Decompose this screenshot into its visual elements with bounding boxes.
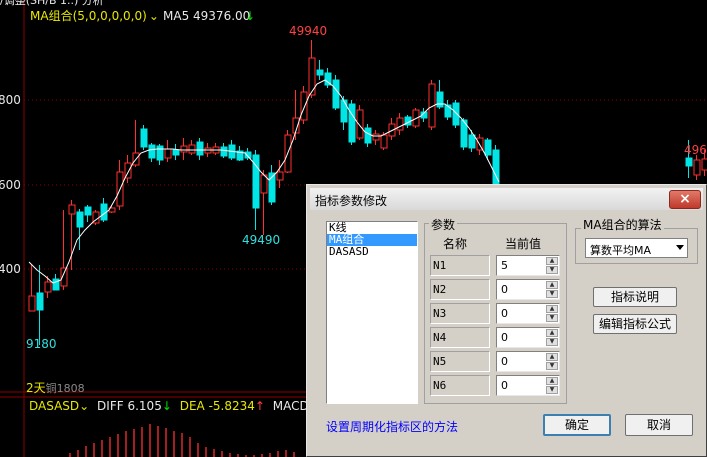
dropdown-arrow-icon bbox=[676, 245, 684, 250]
param-name-3: N3 bbox=[430, 303, 490, 324]
param-value-stepper-6[interactable]: 0 ▲ ▼ bbox=[496, 375, 560, 396]
low-price-annotation: 49490 bbox=[242, 233, 281, 247]
min-price-annotation: 9180 bbox=[26, 337, 57, 351]
spin-down-icon[interactable]: ▼ bbox=[546, 338, 558, 346]
param-value: 0 bbox=[501, 283, 508, 296]
spin-up-icon[interactable]: ▲ bbox=[546, 353, 558, 361]
spin-up-icon[interactable]: ▲ bbox=[546, 281, 558, 289]
param-value: 5 bbox=[501, 259, 508, 272]
algorithm-select[interactable]: 算数平均MA bbox=[585, 238, 688, 258]
param-name-4: N4 bbox=[430, 327, 490, 348]
col-name-header: 名称 bbox=[443, 237, 468, 251]
param-value: 0 bbox=[501, 355, 508, 368]
spin-buttons: ▲ ▼ bbox=[546, 329, 558, 346]
close-icon: × bbox=[679, 191, 691, 207]
ma5-readout: MA5 49376.00 bbox=[163, 9, 250, 23]
param-value-stepper-2[interactable]: 0 ▲ ▼ bbox=[496, 279, 560, 300]
param-name-1: N1 bbox=[430, 255, 490, 276]
price-label-2: 600 bbox=[0, 178, 21, 192]
param-value-stepper-3[interactable]: 0 ▲ ▼ bbox=[496, 303, 560, 324]
spin-down-icon[interactable]: ▼ bbox=[546, 290, 558, 298]
spin-down-icon[interactable]: ▼ bbox=[546, 362, 558, 370]
ma-indicator-name: MA组合(5,0,0,0,0,0) bbox=[30, 9, 147, 23]
spin-down-icon[interactable]: ▼ bbox=[546, 266, 558, 274]
price-label-3: 400 bbox=[0, 262, 21, 276]
spin-buttons: ▲ ▼ bbox=[546, 353, 558, 370]
dialog-titlebar[interactable]: 指标参数修改 × bbox=[310, 188, 703, 210]
param-name-5: N5 bbox=[430, 351, 490, 372]
dialog-title: 指标参数修改 bbox=[315, 194, 388, 208]
params-group-label: 参数 bbox=[429, 216, 458, 233]
edit-formula-button[interactable]: 编辑指标公式 bbox=[593, 314, 677, 334]
param-value: 0 bbox=[501, 307, 508, 320]
ok-button[interactable]: 确定 bbox=[543, 414, 611, 436]
macd-histogram bbox=[69, 424, 295, 457]
indicator-list-item-dasasd[interactable]: DASASD bbox=[327, 246, 417, 258]
param-name-2: N2 bbox=[430, 279, 490, 300]
price-label-1: 800 bbox=[0, 93, 21, 107]
macd-header: DASASD⌄ DIFF 6.105↓ DEA -5.8234↑ MACD 2 bbox=[29, 399, 320, 413]
spin-buttons: ▲ ▼ bbox=[546, 305, 558, 322]
col-value-header: 当前值 bbox=[505, 237, 542, 251]
spin-up-icon[interactable]: ▲ bbox=[546, 377, 558, 385]
diff-value: 6.105 bbox=[127, 399, 162, 413]
param-value: 0 bbox=[501, 379, 508, 392]
spin-buttons: ▲ ▼ bbox=[546, 257, 558, 274]
indicator-list[interactable]: K线 MA组合 DASASD bbox=[326, 221, 418, 404]
algorithm-select-value: 算数平均MA bbox=[590, 244, 652, 257]
dea-label: DEA bbox=[179, 399, 205, 413]
close-button[interactable]: × bbox=[669, 190, 701, 209]
right-price-annotation: 4960 bbox=[684, 143, 707, 157]
spin-down-icon[interactable]: ▼ bbox=[546, 386, 558, 394]
spin-down-icon[interactable]: ▼ bbox=[546, 314, 558, 322]
diff-label: DIFF bbox=[97, 399, 124, 413]
contract-name: 铜1808 bbox=[45, 382, 85, 395]
window-title-fragment: /调整(SH/B 1..) 分析 bbox=[0, 0, 104, 7]
param-name-6: N6 bbox=[430, 375, 490, 396]
spin-buttons: ▲ ▼ bbox=[546, 377, 558, 394]
param-value-stepper-5[interactable]: 0 ▲ ▼ bbox=[496, 351, 560, 372]
chevron-down-icon: ⌄ bbox=[148, 9, 159, 23]
up-arrow-icon: ↑ bbox=[254, 399, 265, 413]
indicator-explain-button[interactable]: 指标说明 bbox=[593, 287, 677, 307]
high-price-annotation: 49940 bbox=[289, 24, 328, 38]
ma-indicator-label[interactable]: MA组合(5,0,0,0,0,0) ⌄ bbox=[30, 9, 159, 23]
down-arrow-icon: ↓ bbox=[161, 399, 172, 413]
macd-indicator-name[interactable]: DASASD bbox=[29, 399, 79, 413]
bottom-info: 2天铜1808 bbox=[26, 381, 85, 396]
periodic-indicator-help-link[interactable]: 设置周期化指标区的方法 bbox=[326, 418, 458, 435]
ma5-label: MA5 bbox=[163, 9, 190, 23]
param-value-stepper-1[interactable]: 5 ▲ ▼ bbox=[496, 255, 560, 276]
algorithm-group-label: MA组合的算法 bbox=[581, 216, 664, 233]
spin-buttons: ▲ ▼ bbox=[546, 281, 558, 298]
cancel-button[interactable]: 取消 bbox=[625, 414, 693, 436]
period-days: 2天 bbox=[26, 381, 46, 395]
dea-value: -5.8234 bbox=[208, 399, 255, 413]
param-value-stepper-4[interactable]: 0 ▲ ▼ bbox=[496, 327, 560, 348]
chevron-down-icon: ⌄ bbox=[79, 399, 90, 413]
spin-up-icon[interactable]: ▲ bbox=[546, 257, 558, 265]
param-value: 0 bbox=[501, 331, 508, 344]
indicator-params-dialog: 指标参数修改 × K线 MA组合 DASASD 参数 名称 当前值 N1 5 ▲ ▼ N… bbox=[306, 184, 707, 457]
spin-up-icon[interactable]: ▲ bbox=[546, 329, 558, 337]
macd-label: MACD bbox=[272, 399, 309, 413]
down-arrow-icon: ↓ bbox=[245, 9, 256, 23]
spin-up-icon[interactable]: ▲ bbox=[546, 305, 558, 313]
ma5-value: 49376.00 bbox=[193, 9, 251, 23]
